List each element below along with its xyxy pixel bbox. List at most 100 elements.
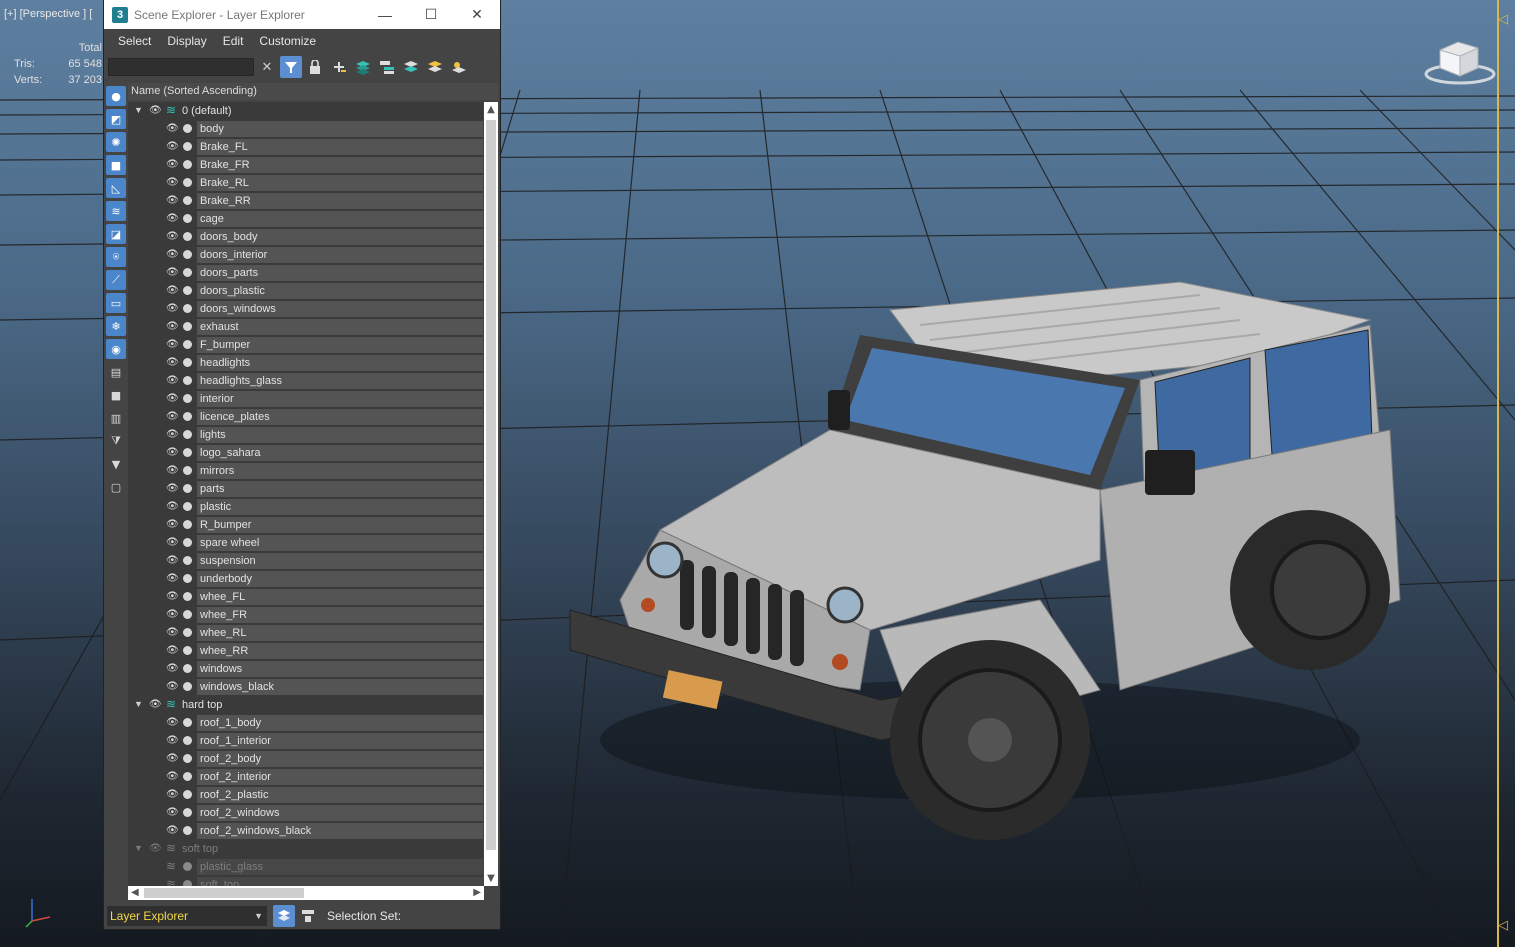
- expand-arrow-icon[interactable]: ▼: [134, 105, 143, 115]
- object-row[interactable]: 👁 plastic: [128, 498, 483, 516]
- render-dot-icon[interactable]: [183, 214, 192, 223]
- render-dot-icon[interactable]: [183, 412, 192, 421]
- filter-lights-icon[interactable]: ✺: [106, 132, 126, 152]
- filter-bones-icon[interactable]: ⟋: [106, 270, 126, 290]
- visibility-eye-icon[interactable]: 👁: [166, 663, 179, 675]
- visibility-eye-icon[interactable]: 👁: [166, 555, 179, 567]
- jeep-model[interactable]: [560, 270, 1420, 870]
- display-all-icon[interactable]: ▤: [106, 362, 126, 382]
- render-dot-icon[interactable]: [183, 664, 192, 673]
- object-row[interactable]: 👁 Brake_FR: [128, 156, 483, 174]
- title-bar[interactable]: 3 Scene Explorer - Layer Explorer — ☐ ✕: [104, 0, 500, 29]
- visibility-eye-icon[interactable]: 👁: [149, 105, 162, 117]
- object-row[interactable]: 👁 doors_parts: [128, 264, 483, 282]
- visibility-eye-icon[interactable]: 👁: [166, 141, 179, 153]
- object-row[interactable]: 👁 headlights: [128, 354, 483, 372]
- render-dot-icon[interactable]: [183, 646, 192, 655]
- object-row[interactable]: 👁 doors_interior: [128, 246, 483, 264]
- filter-icon[interactable]: ▼: [106, 454, 126, 474]
- object-row[interactable]: 👁 body: [128, 120, 483, 138]
- expand-arrow-icon[interactable]: ▼: [134, 699, 143, 709]
- filter-toggle-icon[interactable]: [280, 56, 302, 78]
- layer-row[interactable]: ▼ 👁 ≋ soft top: [128, 840, 483, 858]
- object-row[interactable]: 👁 roof_1_body: [128, 714, 483, 732]
- filter-frozen-icon[interactable]: ❄: [106, 316, 126, 336]
- render-dot-icon[interactable]: [183, 754, 192, 763]
- lock-icon[interactable]: [304, 56, 326, 78]
- visibility-eye-icon[interactable]: 👁: [166, 393, 179, 405]
- object-row[interactable]: 👁 F_bumper: [128, 336, 483, 354]
- object-row[interactable]: 👁 lights: [128, 426, 483, 444]
- render-dot-icon[interactable]: [183, 448, 192, 457]
- visibility-eye-icon[interactable]: 👁: [166, 411, 179, 423]
- object-row[interactable]: 👁 spare wheel: [128, 534, 483, 552]
- object-row[interactable]: 👁 whee_FR: [128, 606, 483, 624]
- render-dot-icon[interactable]: [183, 196, 192, 205]
- render-dot-icon[interactable]: [183, 466, 192, 475]
- layer-row[interactable]: ▼ 👁 ≋ hard top: [128, 696, 483, 714]
- render-dot-icon[interactable]: [183, 286, 192, 295]
- object-row[interactable]: 👁 windows_black: [128, 678, 483, 696]
- object-row[interactable]: 👁 roof_2_windows: [128, 804, 483, 822]
- selection-set-icon[interactable]: [297, 905, 319, 927]
- invert-display-icon[interactable]: ▥: [106, 408, 126, 428]
- visibility-eye-icon[interactable]: 👁: [166, 195, 179, 207]
- render-dot-icon[interactable]: [183, 718, 192, 727]
- layer-tree[interactable]: ▼ 👁 ≋ 0 (default) 👁 body 👁 Brake_FL 👁 Brake_FR 👁 Br…: [128, 102, 483, 886]
- render-dot-icon[interactable]: [183, 628, 192, 637]
- visibility-eye-icon[interactable]: 👁: [166, 249, 179, 261]
- visibility-eye-icon[interactable]: 👁: [166, 537, 179, 549]
- visibility-eye-icon[interactable]: 👁: [166, 303, 179, 315]
- scroll-left-icon[interactable]: ◀: [131, 886, 139, 900]
- filter-hidden-icon[interactable]: ◉: [106, 339, 126, 359]
- render-dot-icon[interactable]: [183, 142, 192, 151]
- visibility-eye-icon[interactable]: 👁: [166, 681, 179, 693]
- maximize-button[interactable]: ☐: [408, 0, 454, 29]
- filter-helpers-icon[interactable]: ◺: [106, 178, 126, 198]
- visibility-eye-icon[interactable]: 👁: [166, 231, 179, 243]
- filter-containers-icon[interactable]: ▭: [106, 293, 126, 313]
- selection-set-icon[interactable]: ▢: [106, 477, 126, 497]
- explorer-type-dropdown[interactable]: Layer Explorer ▼: [107, 906, 267, 926]
- render-dot-icon[interactable]: [183, 808, 192, 817]
- object-row[interactable]: 👁 suspension: [128, 552, 483, 570]
- expand-arrow-icon[interactable]: ▼: [134, 843, 143, 853]
- visibility-eye-icon[interactable]: 👁: [166, 177, 179, 189]
- object-row[interactable]: 👁 roof_2_windows_black: [128, 822, 483, 840]
- object-row[interactable]: 👁 parts: [128, 480, 483, 498]
- render-dot-icon[interactable]: [183, 610, 192, 619]
- filter-spacewarps-icon[interactable]: ≋: [106, 201, 126, 221]
- new-layer-icon[interactable]: [328, 56, 350, 78]
- object-row[interactable]: 👁 licence_plates: [128, 408, 483, 426]
- chevron-down-icon[interactable]: ▼: [254, 906, 263, 926]
- render-dot-icon[interactable]: [183, 178, 192, 187]
- vertical-scrollbar[interactable]: ▲ ▼: [484, 102, 498, 886]
- render-dot-icon[interactable]: [183, 268, 192, 277]
- visibility-eye-icon[interactable]: 👁: [166, 267, 179, 279]
- object-row[interactable]: 👁 headlights_glass: [128, 372, 483, 390]
- layer-explorer-toggle-icon[interactable]: [273, 905, 295, 927]
- render-dot-icon[interactable]: [183, 250, 192, 259]
- filter-off-icon[interactable]: ⧩: [106, 431, 126, 451]
- render-dot-icon[interactable]: [183, 682, 192, 691]
- visibility-eye-icon[interactable]: 👁: [166, 591, 179, 603]
- object-row[interactable]: 👁 windows: [128, 660, 483, 678]
- hidden-object-icon[interactable]: ≋: [166, 860, 179, 873]
- visibility-eye-icon[interactable]: 👁: [166, 465, 179, 477]
- render-dot-icon[interactable]: [183, 304, 192, 313]
- render-dot-icon[interactable]: [183, 826, 192, 835]
- visibility-eye-icon[interactable]: 👁: [166, 339, 179, 351]
- visibility-eye-icon[interactable]: 👁: [166, 717, 179, 729]
- object-row[interactable]: 👁 cage: [128, 210, 483, 228]
- visibility-eye-icon[interactable]: 👁: [166, 375, 179, 387]
- minimize-button[interactable]: —: [362, 0, 408, 29]
- object-row[interactable]: 👁 logo_sahara: [128, 444, 483, 462]
- visibility-eye-icon[interactable]: 👁: [149, 843, 162, 855]
- render-dot-icon[interactable]: [183, 484, 192, 493]
- object-row[interactable]: 👁 R_bumper: [128, 516, 483, 534]
- scroll-right-icon[interactable]: ▶: [473, 886, 481, 900]
- render-dot-icon[interactable]: [183, 160, 192, 169]
- highlight-layer-icon[interactable]: [424, 56, 446, 78]
- render-dot-icon[interactable]: [183, 790, 192, 799]
- sort-layers-icon[interactable]: [448, 56, 470, 78]
